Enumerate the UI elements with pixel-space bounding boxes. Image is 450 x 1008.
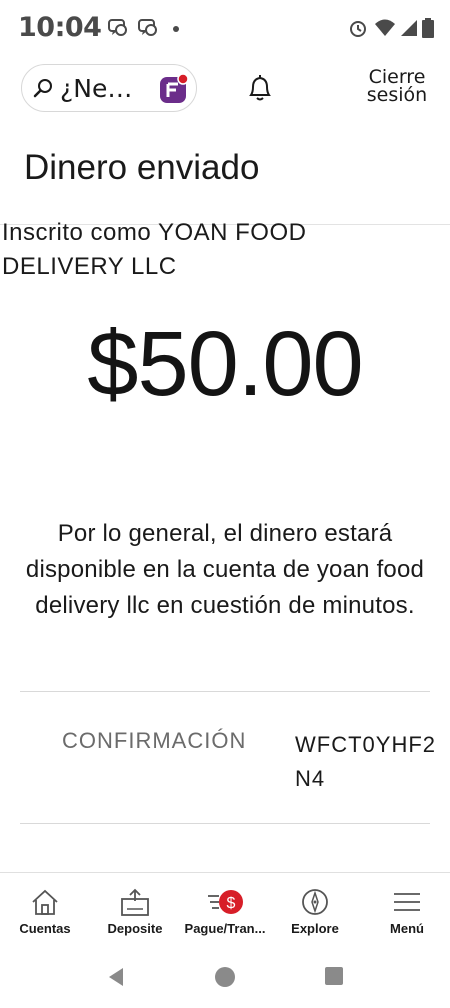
- status-time: 10:04: [18, 12, 102, 43]
- enrolled-line-2: DELIVERY LLC: [2, 253, 177, 280]
- confirmation-number: WFCT0YHF2N4: [295, 732, 436, 791]
- nav-item-cuentas[interactable]: Cuentas: [0, 873, 90, 945]
- svg-text:$: $: [227, 895, 236, 912]
- nav-item-explore[interactable]: Explore: [270, 873, 360, 945]
- signal-icon: [401, 20, 417, 36]
- compass-icon: [302, 889, 328, 915]
- nav-label: Explore: [291, 921, 339, 936]
- chat-icon: [108, 19, 127, 36]
- wifi-icon: [375, 19, 395, 36]
- search-icon: [33, 79, 52, 98]
- divider: [20, 823, 430, 824]
- hamburger-icon: [394, 893, 420, 911]
- fargo-assistant-icon[interactable]: [158, 73, 190, 105]
- enrolled-line-1: Inscrito como YOAN FOOD: [2, 219, 307, 246]
- header: ¿Ne… Cierre sesión: [0, 62, 450, 118]
- page-title: Dinero enviado: [24, 148, 260, 187]
- logout-label-line2: sesión: [366, 84, 428, 106]
- deposit-icon: [121, 888, 149, 916]
- search-placeholder: ¿Ne…: [60, 74, 133, 103]
- nav-item-menu[interactable]: Menú: [362, 873, 450, 945]
- pay-transfer-icon: $: [208, 890, 243, 914]
- nav-label: Menú: [390, 921, 424, 936]
- confirmation-label: CONFIRMACIÓN: [62, 728, 247, 753]
- notification-dot: [173, 26, 179, 32]
- battery-icon: [422, 18, 434, 38]
- nav-label: Deposite: [107, 921, 163, 936]
- chat-icon: [138, 19, 157, 36]
- bell-icon[interactable]: [246, 73, 274, 103]
- nav-item-pague-transfiera[interactable]: $ Pague/Tran...: [180, 873, 270, 945]
- amount-sent: $50.00: [87, 313, 363, 415]
- status-bar: 10:04: [0, 0, 450, 56]
- system-nav: [0, 944, 450, 1008]
- divider: [20, 691, 430, 692]
- enrolled-as-text: Inscrito como YOAN FOOD DELIVERY LLC: [2, 216, 442, 284]
- home-icon[interactable]: [214, 966, 236, 988]
- alarm-icon: [350, 21, 366, 37]
- availability-message: Por lo general, el dinero estará disponi…: [25, 520, 425, 619]
- recents-icon[interactable]: [324, 966, 344, 986]
- search-field[interactable]: ¿Ne…: [21, 64, 197, 112]
- nav-label: Pague/Tran...: [184, 921, 266, 936]
- bottom-nav: Cuentas Deposite $ Pague/Tran... Explore: [0, 872, 450, 944]
- nav-label: Cuentas: [19, 921, 71, 936]
- back-icon[interactable]: [105, 966, 127, 988]
- house-icon: [32, 889, 58, 915]
- nav-item-deposite[interactable]: Deposite: [90, 873, 180, 945]
- logout-link[interactable]: Cierre sesión: [360, 68, 434, 106]
